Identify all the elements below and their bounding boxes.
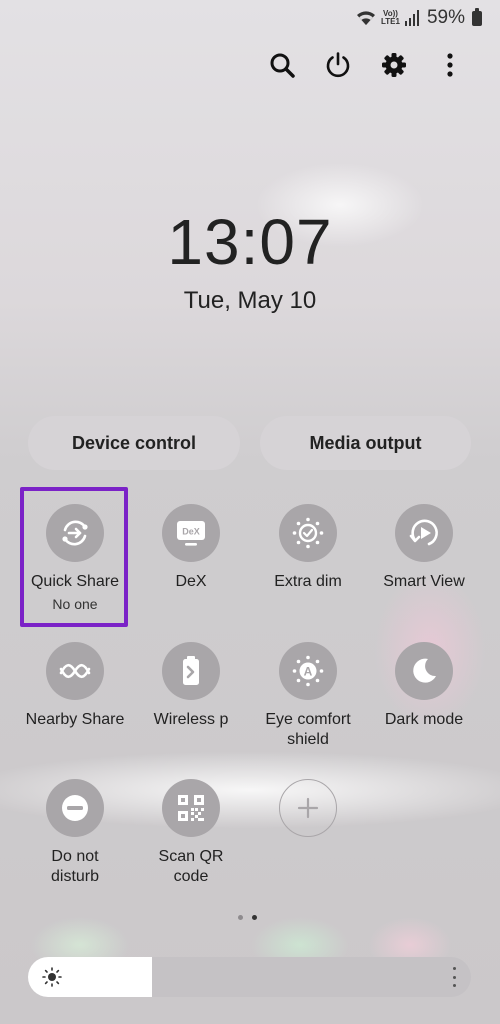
power-button[interactable]: [324, 48, 352, 82]
tile-dex[interactable]: DeX DeX: [131, 504, 251, 592]
nearby-share-icon: [59, 663, 91, 679]
smart-view-label: Smart View: [383, 573, 465, 590]
dex-icon: DeX: [177, 521, 205, 546]
search-button[interactable]: [268, 48, 296, 82]
eye-comfort-toggle[interactable]: A: [279, 642, 337, 700]
nearby-share-label: Nearby Share: [25, 711, 125, 728]
qr-code-icon: [178, 795, 204, 821]
eye-comfort-label-line1: Eye comfort: [265, 711, 351, 728]
dex-label: DeX: [175, 573, 207, 590]
clock-time: 13:07: [167, 206, 333, 278]
dark-mode-label: Dark mode: [384, 711, 464, 728]
battery-icon: [472, 7, 482, 26]
tile-nearby-share[interactable]: Nearby Share: [15, 642, 135, 730]
volte-indicator: Vo)) LTE1: [381, 10, 400, 26]
tile-add[interactable]: [248, 779, 368, 837]
add-tile-button[interactable]: [279, 779, 337, 837]
page-dot-1: [238, 915, 243, 920]
battery-percentage: 59%: [426, 7, 465, 28]
wireless-battery-share-icon: [183, 656, 199, 685]
moon-icon: [413, 658, 436, 683]
dnd-toggle[interactable]: [46, 779, 104, 837]
scan-qr-label: Scan QR code: [159, 847, 224, 887]
more-options-button[interactable]: [436, 48, 464, 82]
do-not-disturb-icon: [62, 795, 88, 821]
extra-dim-toggle[interactable]: [279, 504, 337, 562]
scan-qr-label-line2: code: [173, 868, 209, 885]
scan-qr-label-line1: Scan QR: [158, 848, 224, 865]
signal-icon: [404, 10, 419, 26]
sun-icon: [42, 967, 62, 987]
tile-smart-view[interactable]: Smart View: [364, 504, 484, 592]
device-control-button[interactable]: Device control: [28, 416, 240, 470]
clock-date: Tue, May 10: [183, 287, 317, 314]
volte-bottom: LTE1: [381, 17, 400, 26]
dex-icon-text: DeX: [182, 527, 200, 537]
tile-scan-qr[interactable]: Scan QR code: [131, 779, 251, 887]
dex-toggle[interactable]: DeX: [162, 504, 220, 562]
gear-icon: [382, 53, 406, 77]
eye-comfort-label: Eye comfort shield: [265, 710, 350, 750]
smart-view-toggle[interactable]: [395, 504, 453, 562]
top-actions: [268, 48, 464, 82]
dnd-label-line2: disturb: [50, 868, 100, 885]
wifi-icon: [356, 10, 376, 26]
eye-comfort-icon-text: A: [304, 665, 313, 679]
eye-comfort-label-line2: shield: [287, 731, 329, 748]
smart-view-icon: [409, 519, 438, 546]
extra-dim-label: Extra dim: [274, 573, 342, 590]
tile-do-not-disturb[interactable]: Do not disturb: [15, 779, 135, 887]
wireless-powershare-toggle[interactable]: [162, 642, 220, 700]
dnd-label-line1: Do not: [51, 848, 99, 865]
brightness-more-button[interactable]: [451, 967, 457, 987]
wireless-powershare-label: Wireless p: [153, 711, 229, 728]
more-vertical-icon: [447, 53, 453, 77]
search-icon: [270, 53, 295, 78]
page-dot-2: [252, 915, 257, 920]
tile-dark-mode[interactable]: Dark mode: [364, 642, 484, 730]
quick-share-highlight: [20, 487, 128, 627]
brightness-slider[interactable]: [28, 957, 471, 997]
power-icon: [326, 52, 350, 78]
page-indicator: [238, 915, 257, 920]
settings-button[interactable]: [380, 48, 408, 82]
status-bar: Vo)) LTE1 59%: [356, 6, 482, 30]
dnd-label: Do not disturb: [51, 847, 99, 887]
tile-wireless-powershare[interactable]: Wireless p: [131, 642, 251, 730]
dark-mode-toggle[interactable]: [395, 642, 453, 700]
extra-dim-icon: [292, 517, 324, 549]
nearby-share-toggle[interactable]: [46, 642, 104, 700]
tile-extra-dim[interactable]: Extra dim: [248, 504, 368, 592]
scan-qr-toggle[interactable]: [162, 779, 220, 837]
tile-eye-comfort-shield[interactable]: A Eye comfort shield: [248, 642, 368, 750]
plus-icon: [297, 797, 319, 819]
eye-comfort-icon: A: [292, 655, 324, 687]
media-output-button[interactable]: Media output: [260, 416, 471, 470]
